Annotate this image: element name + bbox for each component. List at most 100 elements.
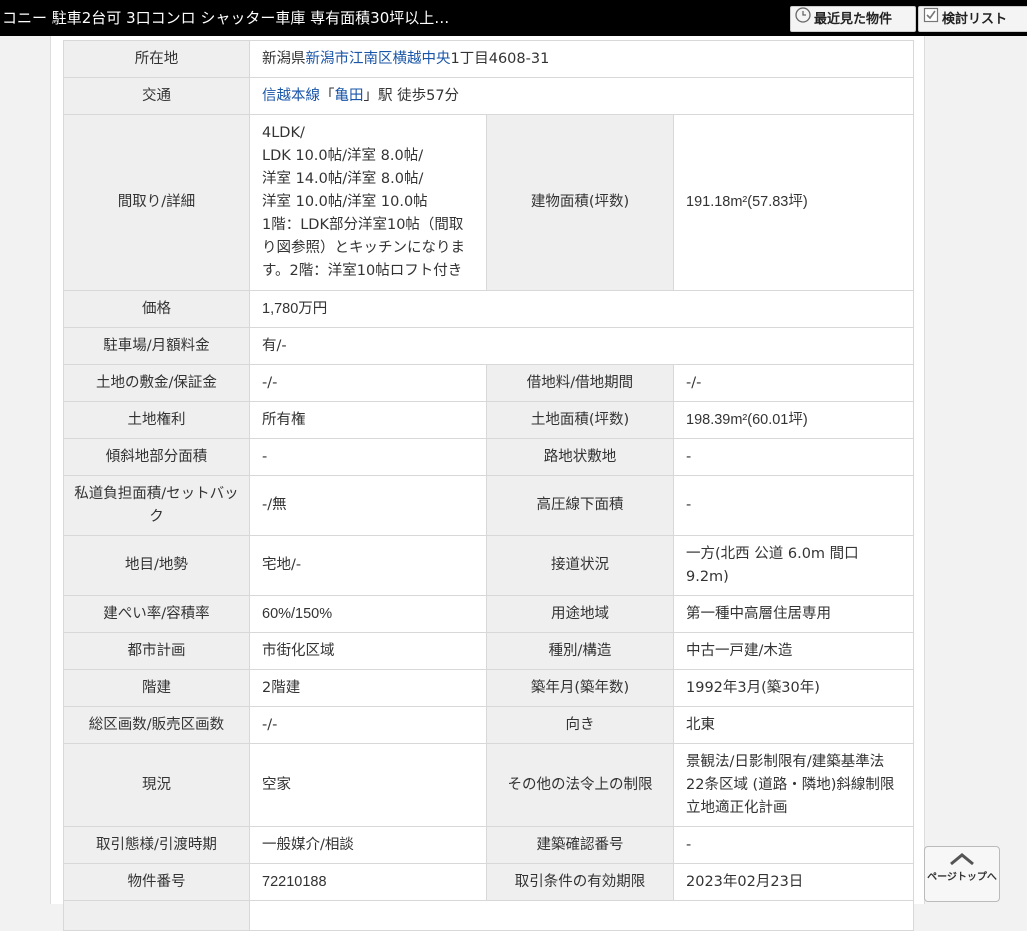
legal-restrictions-value: 景観法/日影制限有/建築基準法22条区域 (道路・隣地)斜線制限 立地適正化計画 [672, 743, 915, 827]
table-row: 取引態様/引渡時期 一般媒介/相談 建築確認番号 - [63, 826, 915, 864]
layout-line: す。2階：洋室10帖ロフト付き [262, 263, 463, 279]
top-bar: コニー 駐車2台可 3口コンロ シャッター車庫 専有面積30坪以上… 最近見た物… [0, 0, 1027, 36]
main-content: 所在地 新潟県新潟市江南区横越中央1丁目4608-31 交通 信越本線「亀田」駅… [50, 36, 925, 931]
status-value: 空家 [249, 743, 487, 827]
page-top-button[interactable]: ページトップへ [924, 846, 1000, 902]
row-label: 現況 [63, 743, 250, 827]
clock-icon [795, 7, 811, 31]
row-label: 高圧線下面積 [486, 475, 674, 536]
lease-value: -/- [672, 364, 915, 402]
row-label: 向き [486, 706, 674, 744]
line-link[interactable]: 信越本線 [262, 88, 320, 104]
orientation-value: 北東 [672, 706, 915, 744]
page-title: コニー 駐車2台可 3口コンロ シャッター車庫 専有面積30坪以上… [2, 9, 450, 27]
address-rest: 1丁目4608-31 [450, 50, 550, 67]
table-row: 土地権利 所有権 土地面積(坪数) 198.39m²(60.01坪) [63, 401, 915, 439]
slope-value: - [249, 438, 487, 476]
layout-line: 洋室 14.0帖/洋室 8.0帖/ [262, 171, 424, 187]
row-label: 都市計画 [63, 632, 250, 670]
structure-value: 中古一戸建/木造 [672, 632, 915, 670]
table-row: 建ぺい率/容積率 60%/150% 用途地域 第一種中高層住居専用 [63, 595, 915, 633]
row-label: 間取り/詳細 [63, 114, 250, 291]
layout-line: 1階：LDK部分洋室10帖（間取 [262, 217, 464, 233]
land-category-value: 宅地/- [249, 535, 487, 596]
city-plan-value: 市街化区域 [249, 632, 487, 670]
walk-time: 駅 徒歩57分 [378, 87, 460, 104]
row-label: 階建 [63, 669, 250, 707]
row-label: 建ぺい率/容積率 [63, 595, 250, 633]
row-label: 価格 [63, 290, 250, 328]
table-row: 階建 2階建 築年月(築年数) 1992年3月(築30年) [63, 669, 915, 707]
city-link[interactable]: 新潟市江南区横越中央 [306, 51, 451, 67]
private-road-value: -/無 [249, 475, 487, 536]
row-label: 駐車場/月額料金 [63, 327, 250, 365]
table-row: 総区画数/販売区画数 -/- 向き 北東 [63, 706, 915, 744]
power-line-value: - [672, 475, 915, 536]
row-label [63, 900, 250, 931]
coverage-value: 60%/150% [249, 595, 487, 633]
row-label: 取引態様/引渡時期 [63, 826, 250, 864]
row-label: 建築確認番号 [486, 826, 674, 864]
table-row: 駐車場/月額料金 有/- [63, 327, 915, 365]
land-right-value: 所有権 [249, 401, 487, 439]
row-label: 路地状敷地 [486, 438, 674, 476]
table-row: 地目/地勢 宅地/- 接道状況 一方(北西 公道 6.0m 間口 9.2m) [63, 535, 915, 596]
deposit-value: -/- [249, 364, 487, 402]
consider-list-button[interactable]: 検討リスト [918, 6, 1027, 32]
layout-line: LDK 10.0帖/洋室 8.0帖/ [262, 148, 424, 164]
row-label: 用途地域 [486, 595, 674, 633]
consider-list-label: 検討リスト [942, 12, 1008, 27]
page-top-label: ページトップへ [927, 872, 997, 883]
chevron-up-icon [925, 851, 999, 871]
table-row: 現況 空家 その他の法令上の制限 景観法/日影制限有/建築基準法22条区域 (道… [63, 743, 915, 827]
layout-line: り図参照）とキッチンになりま [262, 240, 465, 256]
row-label: 土地面積(坪数) [486, 401, 674, 439]
alley-lot-value: - [672, 438, 915, 476]
road-access-value: 一方(北西 公道 6.0m 間口 9.2m) [672, 535, 915, 596]
row-label: 借地料/借地期間 [486, 364, 674, 402]
station-link[interactable]: 亀田 [335, 88, 364, 104]
row-label: 傾斜地部分面積 [63, 438, 250, 476]
table-row: 私道負担面積/セットバック -/無 高圧線下面積 - [63, 475, 915, 536]
row-label: 土地権利 [63, 401, 250, 439]
row-label: 交通 [63, 77, 250, 115]
recently-viewed-label: 最近見た物件 [814, 12, 893, 27]
transaction-value: 一般媒介/相談 [249, 826, 487, 864]
price-value: 1,780万円 [248, 290, 915, 328]
layout-line: 洋室 10.0帖/洋室 10.0帖 [262, 194, 428, 210]
row-label: 築年月(築年数) [486, 669, 674, 707]
row-label: 取引条件の有効期限 [486, 863, 674, 901]
row-label: 土地の敷金/保証金 [63, 364, 250, 402]
checkbox-icon [923, 7, 939, 31]
row-label: 種別/構造 [486, 632, 674, 670]
location-value: 新潟県新潟市江南区横越中央1丁目4608-31 [248, 40, 915, 78]
layout-line: 4LDK/ [262, 125, 305, 141]
land-area-value: 198.39m²(60.01坪) [672, 401, 915, 439]
table-row: 所在地 新潟県新潟市江南区横越中央1丁目4608-31 [63, 40, 915, 78]
lots-value: -/- [249, 706, 487, 744]
table-row [63, 900, 915, 931]
table-row: 都市計画 市街化区域 種別/構造 中古一戸建/木造 [63, 632, 915, 670]
row-label: 所在地 [63, 40, 250, 78]
building-confirmation-value: - [672, 826, 915, 864]
row-label: 建物面積(坪数) [486, 114, 674, 291]
property-number-value: 72210188 [249, 863, 487, 901]
recently-viewed-button[interactable]: 最近見た物件 [790, 6, 916, 32]
quote-open: 「 [320, 87, 335, 104]
row-label: その他の法令上の制限 [486, 743, 674, 827]
transport-value: 信越本線「亀田」駅 徒歩57分 [248, 77, 915, 115]
table-row: 物件番号 72210188 取引条件の有効期限 2023年02月23日 [63, 863, 915, 901]
row-label: 地目/地勢 [63, 535, 250, 596]
built-date-value: 1992年3月(築30年) [672, 669, 915, 707]
building-area-value: 191.18m²(57.83坪) [672, 114, 915, 291]
parking-value: 有/- [248, 327, 915, 365]
table-row: 傾斜地部分面積 - 路地状敷地 - [63, 438, 915, 476]
table-row: 価格 1,780万円 [63, 290, 915, 328]
quote-close: 」 [363, 87, 379, 104]
expiry-date-value: 2023年02月23日 [672, 863, 915, 901]
prefecture-text: 新潟県 [262, 50, 306, 67]
row-label: 物件番号 [63, 863, 250, 901]
zoning-value: 第一種中高層住居専用 [672, 595, 915, 633]
table-row: 間取り/詳細 4LDK/ LDK 10.0帖/洋室 8.0帖/ 洋室 14.0帖… [63, 114, 915, 291]
layout-value: 4LDK/ LDK 10.0帖/洋室 8.0帖/ 洋室 14.0帖/洋室 8.0… [249, 114, 487, 291]
